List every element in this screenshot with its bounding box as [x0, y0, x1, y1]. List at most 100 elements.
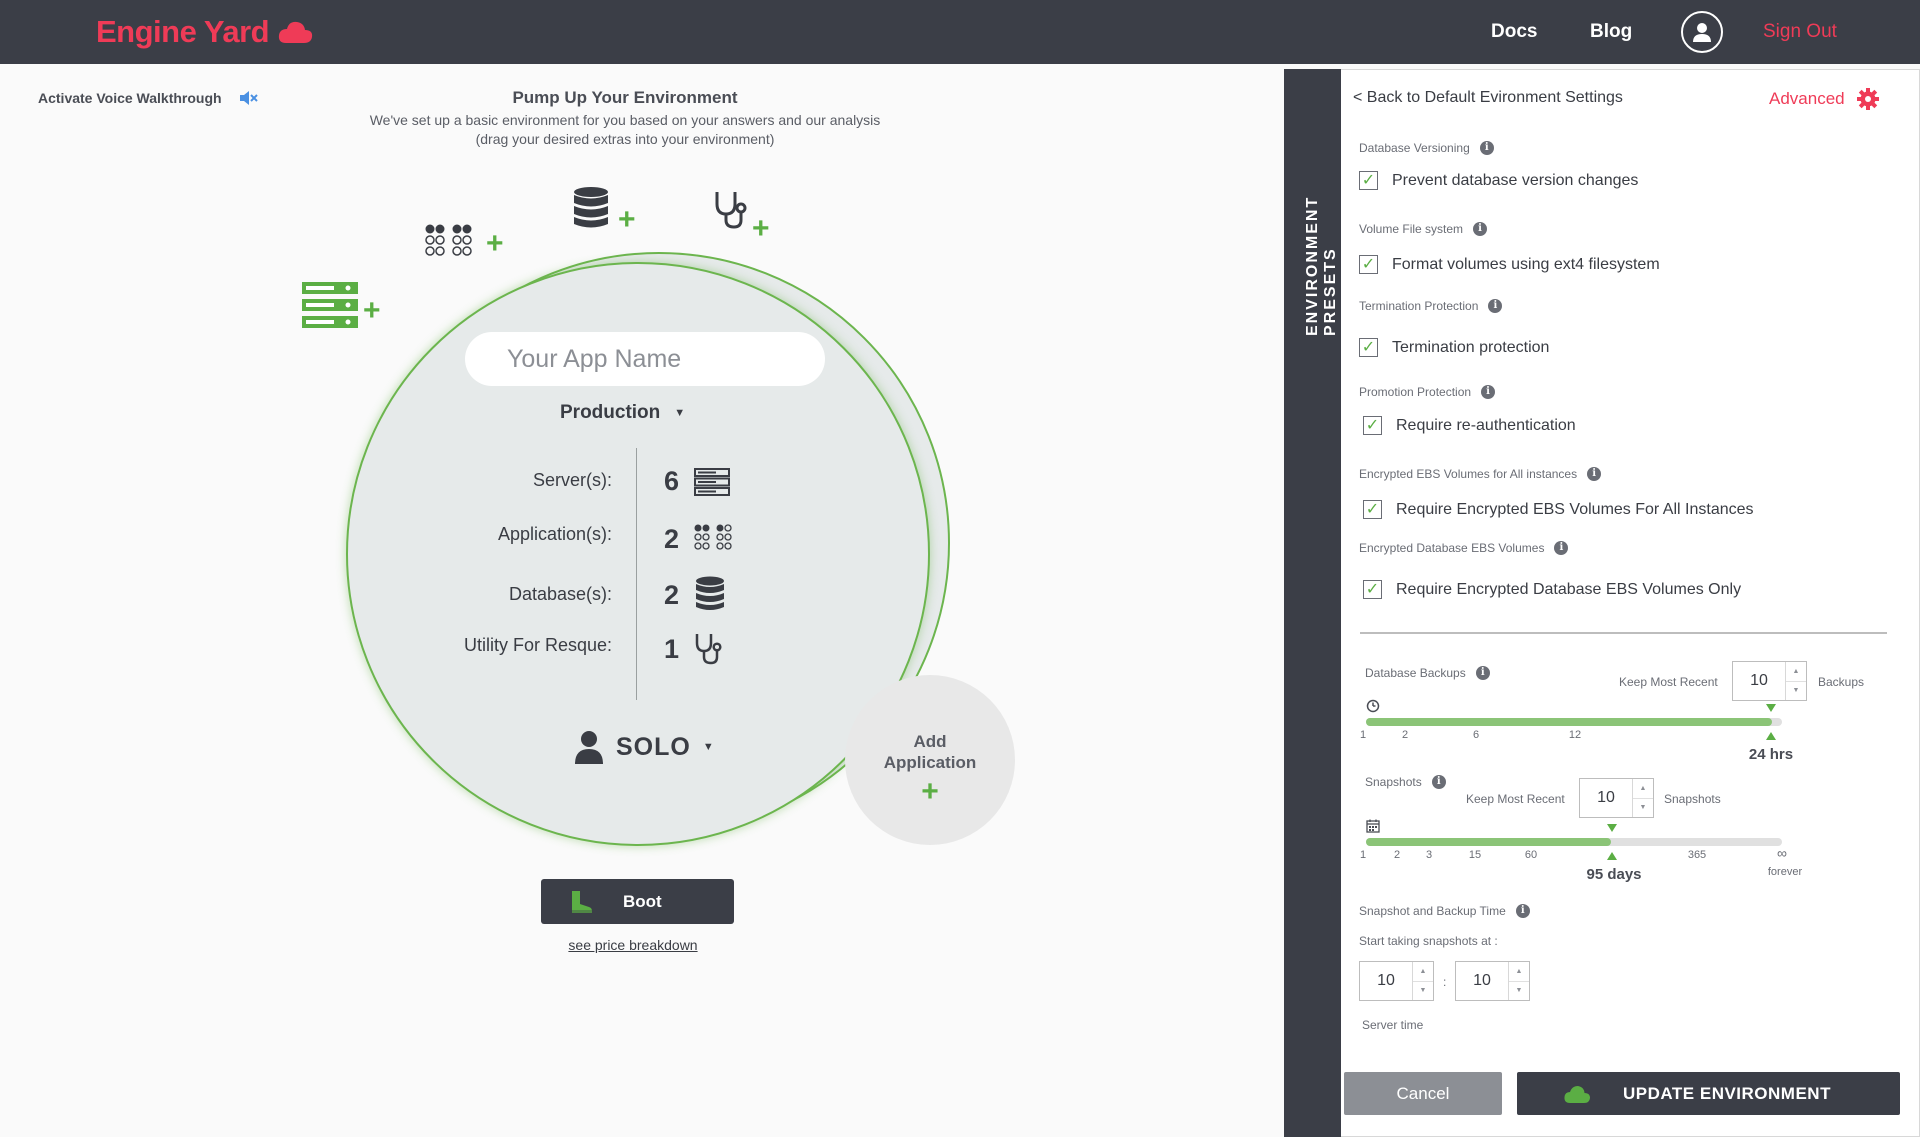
intro-subtitle: We've set up a basic environment for you… [300, 111, 950, 149]
db-backups-handle-bottom[interactable] [1766, 732, 1776, 740]
snapshots-keep-value[interactable]: 10 [1580, 779, 1633, 817]
back-to-default-link[interactable]: < Back to Default Evironment Settings [1353, 89, 1623, 107]
engine-yard-logo[interactable]: Engine Yard [96, 14, 315, 50]
snapshot-tick: 60 [1524, 849, 1538, 861]
backup-tick: 12 [1568, 729, 1582, 741]
info-icon[interactable]: i [1431, 775, 1446, 789]
database-extra-icon[interactable] [572, 186, 610, 230]
ebs-db-option[interactable]: ✓ Require Encrypted Database EBS Volumes… [1363, 580, 1741, 599]
snapshots-keep-label: Keep Most Recent [1466, 792, 1565, 806]
db-versioning-option[interactable]: ✓ Prevent database version changes [1359, 171, 1638, 190]
promotion-label-text: Promotion Protection [1359, 385, 1472, 399]
speaker-muted-icon[interactable] [238, 89, 258, 107]
boot-button[interactable]: Boot [541, 879, 734, 924]
increment-arrow-icon[interactable]: ▲ [1509, 962, 1529, 982]
price-breakdown-link[interactable]: see price breakdown [533, 937, 733, 953]
intro-subtitle-line1: We've set up a basic environment for you… [369, 112, 881, 128]
decrement-arrow-icon[interactable]: ▼ [1413, 982, 1433, 1001]
servers-label: Server(s): [532, 470, 612, 490]
add-application-button[interactable]: Add Application + [845, 675, 1015, 845]
boot-icon [572, 890, 592, 913]
promotion-checkbox[interactable]: ✓ [1363, 416, 1382, 435]
schedule-label: Snapshot and Backup Time i [1359, 904, 1530, 918]
stethoscope-extra-icon[interactable] [713, 190, 749, 230]
snapshots-handle-top[interactable] [1607, 824, 1617, 832]
info-icon[interactable]: i [1587, 467, 1602, 481]
promotion-label: Promotion Protection i [1359, 385, 1496, 399]
cloud-icon [278, 21, 313, 43]
increment-arrow-icon[interactable]: ▲ [1786, 662, 1806, 682]
app-name-input[interactable] [465, 332, 825, 386]
decrement-arrow-icon[interactable]: ▼ [1509, 982, 1529, 1001]
decrement-arrow-icon[interactable]: ▼ [1633, 799, 1653, 818]
schedule-hour-value[interactable]: 10 [1360, 962, 1413, 1000]
volume-fs-label-text: Volume File system [1359, 222, 1464, 236]
snapshots-handle-bottom[interactable] [1607, 852, 1617, 860]
volume-fs-option[interactable]: ✓ Format volumes using ext4 filesystem [1359, 255, 1660, 274]
volume-fs-checkbox[interactable]: ✓ [1359, 255, 1378, 274]
termination-checkbox[interactable]: ✓ [1359, 338, 1378, 357]
info-icon[interactable]: i [1554, 541, 1569, 555]
nav-docs-link[interactable]: Docs [1491, 21, 1537, 43]
snapshot-tick: 365 [1687, 849, 1707, 861]
intro-subtitle-line2: (drag your desired extras into your envi… [475, 131, 775, 147]
increment-arrow-icon[interactable]: ▲ [1633, 779, 1653, 799]
add-server-plus-icon[interactable]: + [363, 296, 381, 326]
resource-divider [636, 448, 637, 700]
schedule-minute-value[interactable]: 10 [1456, 962, 1509, 1000]
snapshots-slider-fill [1366, 838, 1611, 846]
promotion-option[interactable]: ✓ Require re-authentication [1363, 416, 1576, 435]
databases-label: Database(s): [508, 584, 612, 604]
termination-label-text: Termination Protection [1359, 299, 1479, 313]
info-icon[interactable]: i [1488, 299, 1503, 313]
voice-walkthrough-label: Activate Voice Walkthrough [38, 90, 222, 106]
application-extra-icon[interactable] [425, 224, 479, 258]
info-icon[interactable]: i [1481, 385, 1496, 399]
ebs-all-checkbox[interactable]: ✓ [1363, 500, 1382, 519]
add-utility-plus-icon[interactable]: + [752, 214, 770, 244]
stethoscope-icon [695, 634, 722, 665]
utility-label: Utility For Resque: [463, 635, 612, 655]
db-versioning-label: Database Versioning i [1359, 141, 1494, 155]
schedule-label-text: Snapshot and Backup Time [1359, 904, 1506, 918]
environment-type-dropdown[interactable]: Production ▼ [560, 402, 720, 424]
add-database-plus-icon[interactable]: + [618, 205, 636, 235]
info-icon[interactable]: i [1515, 904, 1530, 918]
ebs-db-label: Encrypted Database EBS Volumes i [1359, 541, 1569, 555]
info-icon[interactable]: i [1479, 141, 1494, 155]
user-avatar-button[interactable] [1681, 11, 1723, 53]
databases-count: 2 [664, 580, 680, 610]
termination-option[interactable]: ✓ Termination protection [1359, 338, 1549, 357]
caret-down-icon: ▼ [702, 741, 715, 753]
ebs-all-option[interactable]: ✓ Require Encrypted EBS Volumes For All … [1363, 500, 1754, 519]
db-backups-keep-value[interactable]: 10 [1733, 662, 1786, 700]
sign-out-link[interactable]: Sign Out [1763, 21, 1837, 43]
schedule-minute-stepper[interactable]: 10 ▲ ▼ [1455, 961, 1530, 1001]
db-backups-keep-stepper[interactable]: 10 ▲ ▼ [1732, 661, 1807, 701]
ebs-db-option-label: Require Encrypted Database EBS Volumes O… [1396, 580, 1742, 598]
snapshots-keep-stepper[interactable]: 10 ▲ ▼ [1579, 778, 1654, 818]
cancel-button[interactable]: Cancel [1344, 1072, 1502, 1115]
environment-type-value: Production [560, 402, 661, 423]
server-extra-icon[interactable] [302, 282, 358, 328]
increment-arrow-icon[interactable]: ▲ [1413, 962, 1433, 982]
add-application-label-line2: Application [883, 753, 977, 772]
db-backups-handle-top[interactable] [1766, 704, 1776, 712]
update-environment-button[interactable]: UPDATE ENVIRONMENT [1517, 1072, 1900, 1115]
decrement-arrow-icon[interactable]: ▼ [1786, 682, 1806, 701]
nav-blog-link[interactable]: Blog [1590, 21, 1632, 43]
schedule-hour-stepper[interactable]: 10 ▲ ▼ [1359, 961, 1434, 1001]
voice-walkthrough-toggle[interactable]: Activate Voice Walkthrough [38, 89, 258, 107]
add-application-plus-icon[interactable]: + [486, 229, 504, 259]
snapshots-label: Snapshots i [1365, 775, 1446, 789]
ebs-db-checkbox[interactable]: ✓ [1363, 580, 1382, 599]
user-icon [575, 731, 603, 764]
add-application-label: Add Application [870, 731, 990, 773]
plan-dropdown[interactable]: SOLO ▼ [574, 730, 715, 764]
db-versioning-checkbox[interactable]: ✓ [1359, 171, 1378, 190]
db-backups-value: 24 hrs [1748, 746, 1794, 763]
advanced-settings-link[interactable]: Advanced [1769, 88, 1879, 110]
info-icon[interactable]: i [1475, 666, 1490, 680]
db-backups-unit: Backups [1818, 675, 1865, 689]
info-icon[interactable]: i [1473, 222, 1488, 236]
